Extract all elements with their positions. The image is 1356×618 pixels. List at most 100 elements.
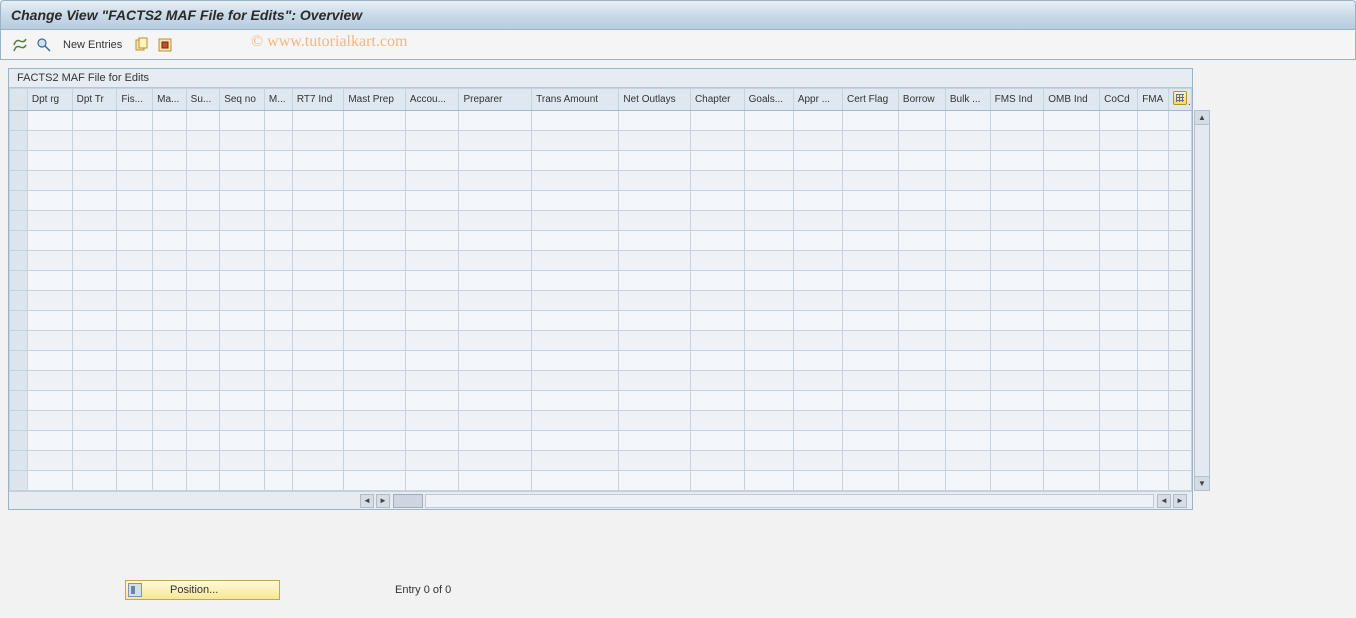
cell[interactable] [72, 231, 117, 251]
cell[interactable] [344, 431, 406, 451]
cell[interactable] [186, 311, 220, 331]
cell[interactable] [945, 351, 990, 371]
cell[interactable] [690, 331, 744, 351]
cell[interactable] [532, 411, 619, 431]
cell[interactable] [1100, 131, 1138, 151]
cell[interactable] [72, 391, 117, 411]
cell[interactable] [72, 111, 117, 131]
cell[interactable] [1100, 231, 1138, 251]
cell[interactable] [990, 371, 1044, 391]
cell[interactable] [186, 251, 220, 271]
cell[interactable] [264, 251, 292, 271]
cell[interactable] [459, 151, 532, 171]
cell[interactable] [292, 231, 343, 251]
cell[interactable] [843, 211, 899, 231]
cell[interactable] [619, 131, 691, 151]
cell[interactable] [843, 331, 899, 351]
cell[interactable] [990, 231, 1044, 251]
cell[interactable] [619, 251, 691, 271]
cell[interactable] [292, 171, 343, 191]
cell[interactable] [220, 331, 265, 351]
configure-columns-button[interactable] [1169, 89, 1192, 111]
cell[interactable] [744, 171, 793, 191]
cell[interactable] [186, 111, 220, 131]
cell[interactable] [843, 251, 899, 271]
cell[interactable] [344, 251, 406, 271]
cell[interactable] [344, 291, 406, 311]
cell[interactable] [744, 291, 793, 311]
cell[interactable] [264, 451, 292, 471]
cell[interactable] [1044, 351, 1100, 371]
cell[interactable] [1044, 131, 1100, 151]
cell[interactable] [344, 271, 406, 291]
col-header[interactable]: Chapter [690, 89, 744, 111]
cell[interactable] [619, 391, 691, 411]
vertical-scrollbar[interactable]: ▲ ▼ [1194, 110, 1210, 491]
cell[interactable] [264, 331, 292, 351]
cell[interactable] [744, 211, 793, 231]
cell[interactable] [220, 131, 265, 151]
cell[interactable] [186, 371, 220, 391]
cell[interactable] [264, 191, 292, 211]
cell[interactable] [990, 411, 1044, 431]
cell[interactable] [744, 391, 793, 411]
copy-icon[interactable] [132, 36, 150, 54]
cell[interactable] [117, 111, 153, 131]
cell[interactable] [1100, 271, 1138, 291]
cell[interactable] [72, 371, 117, 391]
cell[interactable] [117, 291, 153, 311]
cell[interactable] [405, 271, 459, 291]
cell[interactable] [690, 151, 744, 171]
cell[interactable] [220, 271, 265, 291]
cell[interactable] [532, 111, 619, 131]
cell[interactable] [744, 151, 793, 171]
cell[interactable] [153, 331, 187, 351]
cell[interactable] [153, 371, 187, 391]
cell[interactable] [898, 411, 945, 431]
cell[interactable] [744, 371, 793, 391]
cell[interactable] [186, 271, 220, 291]
cell[interactable] [27, 191, 72, 211]
cell[interactable] [292, 391, 343, 411]
cell[interactable] [264, 371, 292, 391]
cell[interactable] [220, 411, 265, 431]
cell[interactable] [186, 131, 220, 151]
cell[interactable] [744, 331, 793, 351]
cell[interactable] [117, 171, 153, 191]
cell[interactable] [117, 411, 153, 431]
cell[interactable] [532, 311, 619, 331]
cell[interactable] [186, 331, 220, 351]
cell[interactable] [945, 191, 990, 211]
cell[interactable] [292, 191, 343, 211]
cell[interactable] [344, 211, 406, 231]
cell[interactable] [117, 251, 153, 271]
cell[interactable] [793, 451, 842, 471]
cell[interactable] [344, 231, 406, 251]
cell[interactable] [292, 331, 343, 351]
cell[interactable] [405, 331, 459, 351]
cell[interactable] [292, 271, 343, 291]
cell[interactable] [292, 211, 343, 231]
cell[interactable] [459, 111, 532, 131]
cell[interactable] [1044, 291, 1100, 311]
cell[interactable] [344, 111, 406, 131]
cell[interactable] [945, 171, 990, 191]
cell[interactable] [72, 311, 117, 331]
cell[interactable] [117, 331, 153, 351]
col-header[interactable]: Bulk ... [945, 89, 990, 111]
row-selector[interactable] [10, 171, 28, 191]
cell[interactable] [459, 271, 532, 291]
cell[interactable] [27, 431, 72, 451]
cell[interactable] [459, 431, 532, 451]
cell[interactable] [186, 211, 220, 231]
cell[interactable] [532, 351, 619, 371]
cell[interactable] [292, 371, 343, 391]
cell[interactable] [1100, 171, 1138, 191]
cell[interactable] [1138, 331, 1169, 351]
row-selector[interactable] [10, 311, 28, 331]
cell[interactable] [220, 351, 265, 371]
cell[interactable] [153, 271, 187, 291]
cell[interactable] [1044, 311, 1100, 331]
cell[interactable] [292, 251, 343, 271]
row-selector[interactable] [10, 331, 28, 351]
